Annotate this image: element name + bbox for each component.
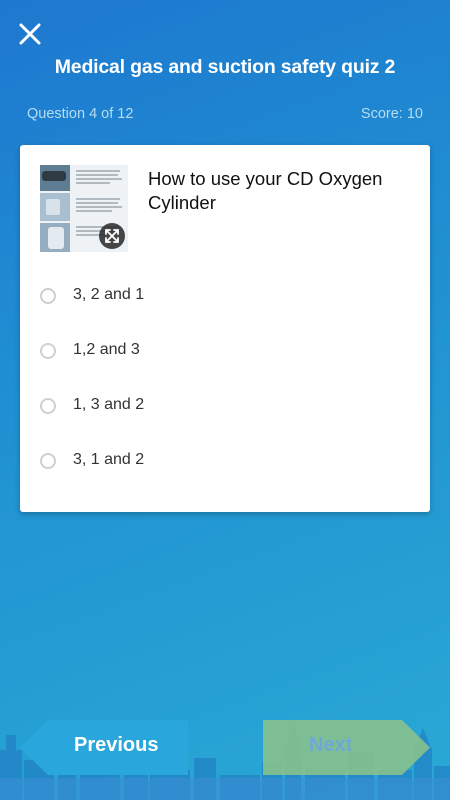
- answer-option-label: 1,2 and 3: [73, 341, 140, 358]
- answer-option-label: 3, 2 and 1: [73, 286, 145, 303]
- next-button-label: Next: [309, 734, 353, 756]
- next-button[interactable]: Next: [263, 720, 430, 775]
- answer-option-label: 1, 3 and 2: [73, 396, 145, 413]
- radio-button[interactable]: [40, 398, 56, 414]
- answer-option-2[interactable]: 1,2 and 3: [38, 333, 408, 373]
- question-card: How to use your CD Oxygen Cylinder 3, 2 …: [20, 145, 430, 512]
- expand-icon[interactable]: [99, 223, 125, 249]
- answer-option-3[interactable]: 1, 3 and 2: [38, 388, 408, 428]
- previous-button-label: Previous: [74, 734, 159, 756]
- close-button[interactable]: [14, 18, 46, 50]
- question-progress: Question 4 of 12: [27, 106, 134, 122]
- radio-button[interactable]: [40, 288, 56, 304]
- radio-button[interactable]: [40, 453, 56, 469]
- answer-option-1[interactable]: 3, 2 and 1: [38, 278, 408, 318]
- answer-option-4[interactable]: 3, 1 and 2: [38, 443, 408, 483]
- answer-option-label: 3, 1 and 2: [73, 451, 145, 468]
- question-image[interactable]: [40, 165, 128, 252]
- quiz-title: Medical gas and suction safety quiz 2: [54, 56, 396, 78]
- previous-button[interactable]: Previous: [20, 720, 188, 775]
- score-label: Score: 10: [360, 106, 423, 122]
- close-icon: [19, 23, 41, 45]
- question-text: How to use your CD Oxygen Cylinder: [148, 168, 383, 213]
- radio-button[interactable]: [40, 343, 56, 359]
